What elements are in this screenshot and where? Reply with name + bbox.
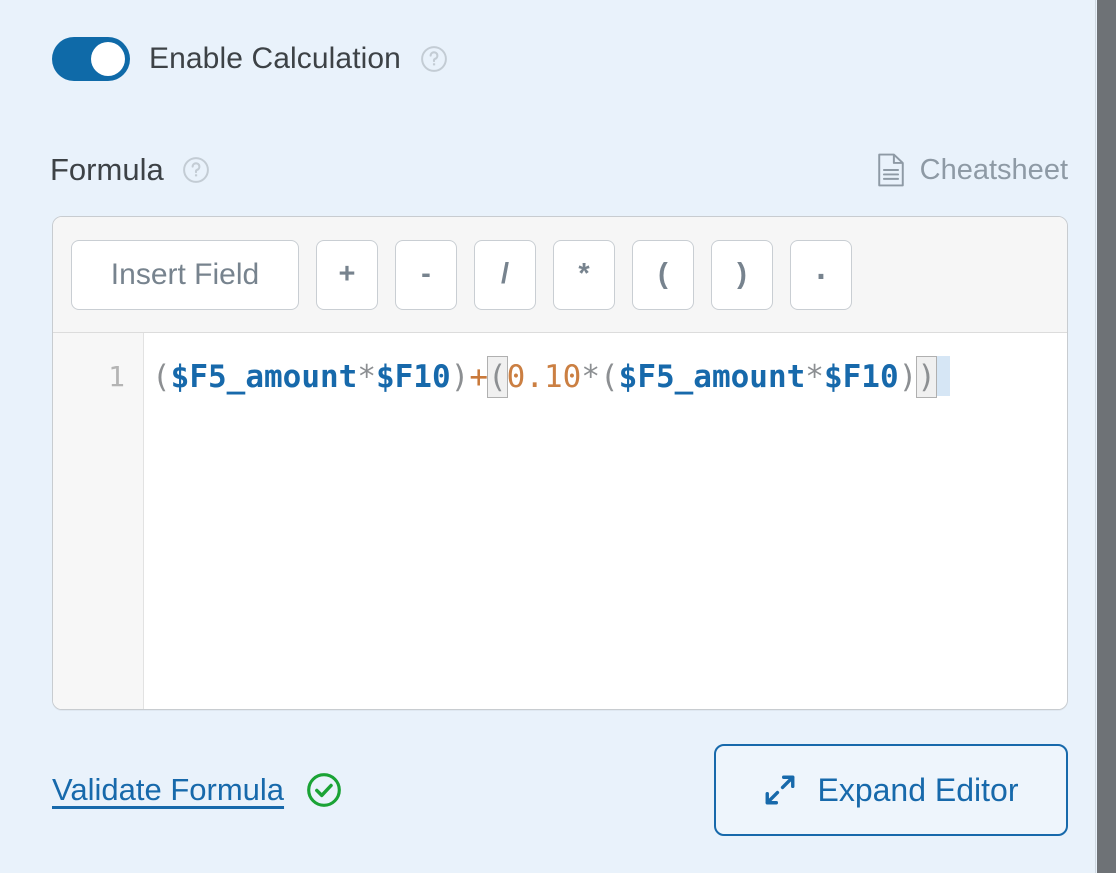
text-cursor bbox=[935, 356, 950, 396]
enable-calculation-toggle[interactable] bbox=[52, 37, 130, 81]
enable-calculation-label: Enable Calculation bbox=[149, 42, 401, 75]
code-area[interactable]: 1 ($F5_amount*$F10)+(0.10*($F5_amount*$F… bbox=[53, 333, 1067, 709]
formula-editor-panel: Enable Calculation Formula Cheatsheet In… bbox=[0, 0, 1096, 873]
expand-editor-button[interactable]: Expand Editor bbox=[714, 744, 1068, 836]
toggle-knob bbox=[91, 42, 125, 76]
code-token: ) bbox=[898, 359, 918, 395]
code-token: $F10 bbox=[375, 359, 451, 395]
enable-calculation-row: Enable Calculation bbox=[52, 36, 448, 82]
formula-editor: Insert Field + - / *(). 1 ($F5_amount*$F10)+… bbox=[52, 216, 1068, 710]
code-token: $F5_amount bbox=[170, 359, 358, 395]
code-token: ( bbox=[152, 359, 171, 395]
cheatsheet-label: Cheatsheet bbox=[919, 153, 1068, 186]
plus-button[interactable]: + bbox=[316, 239, 378, 310]
code-token: * bbox=[805, 359, 824, 395]
help-circle-icon[interactable] bbox=[420, 45, 448, 73]
validate-group: Validate Formula bbox=[52, 772, 342, 808]
check-circle-icon bbox=[306, 772, 342, 808]
code-token: * bbox=[357, 359, 376, 395]
formula-label: Formula bbox=[50, 152, 164, 187]
help-circle-icon[interactable] bbox=[182, 156, 210, 184]
code-token: $F5_amount bbox=[618, 359, 806, 395]
expand-diagonal-arrows-icon bbox=[763, 773, 797, 807]
divide-button[interactable]: / bbox=[474, 239, 536, 310]
validate-formula-link[interactable]: Validate Formula bbox=[52, 772, 284, 808]
editor-toolbar: Insert Field + - / *(). bbox=[53, 217, 1067, 333]
line-number-gutter: 1 bbox=[53, 333, 144, 709]
multiply-button[interactable]: * bbox=[553, 239, 615, 310]
minus-button[interactable]: - bbox=[395, 239, 457, 310]
dot-button[interactable]: . bbox=[790, 239, 852, 310]
formula-code-line[interactable]: ($F5_amount*$F10)+(0.10*($F5_amount*$F10… bbox=[144, 333, 1067, 709]
formula-header: Formula Cheatsheet bbox=[50, 146, 1068, 194]
code-token: ) bbox=[916, 356, 937, 398]
code-token: ( bbox=[487, 356, 508, 398]
code-token: 0.10 bbox=[506, 359, 582, 395]
code-token: $F10 bbox=[823, 359, 899, 395]
expand-editor-label: Expand Editor bbox=[817, 771, 1019, 808]
document-lines-icon bbox=[876, 153, 906, 187]
code-token: ( bbox=[599, 359, 619, 395]
page-scrollbar[interactable] bbox=[1097, 0, 1116, 873]
code-token: + bbox=[469, 359, 488, 395]
close-paren-button[interactable]: ) bbox=[711, 239, 773, 310]
cheatsheet-link[interactable]: Cheatsheet bbox=[876, 153, 1068, 187]
editor-footer: Validate Formula Expand Editor bbox=[52, 742, 1068, 838]
insert-field-button[interactable]: Insert Field bbox=[71, 239, 299, 310]
open-paren-button[interactable]: ( bbox=[632, 239, 694, 310]
code-token: * bbox=[581, 359, 600, 395]
line-number: 1 bbox=[108, 360, 125, 393]
code-token: ) bbox=[450, 359, 470, 395]
